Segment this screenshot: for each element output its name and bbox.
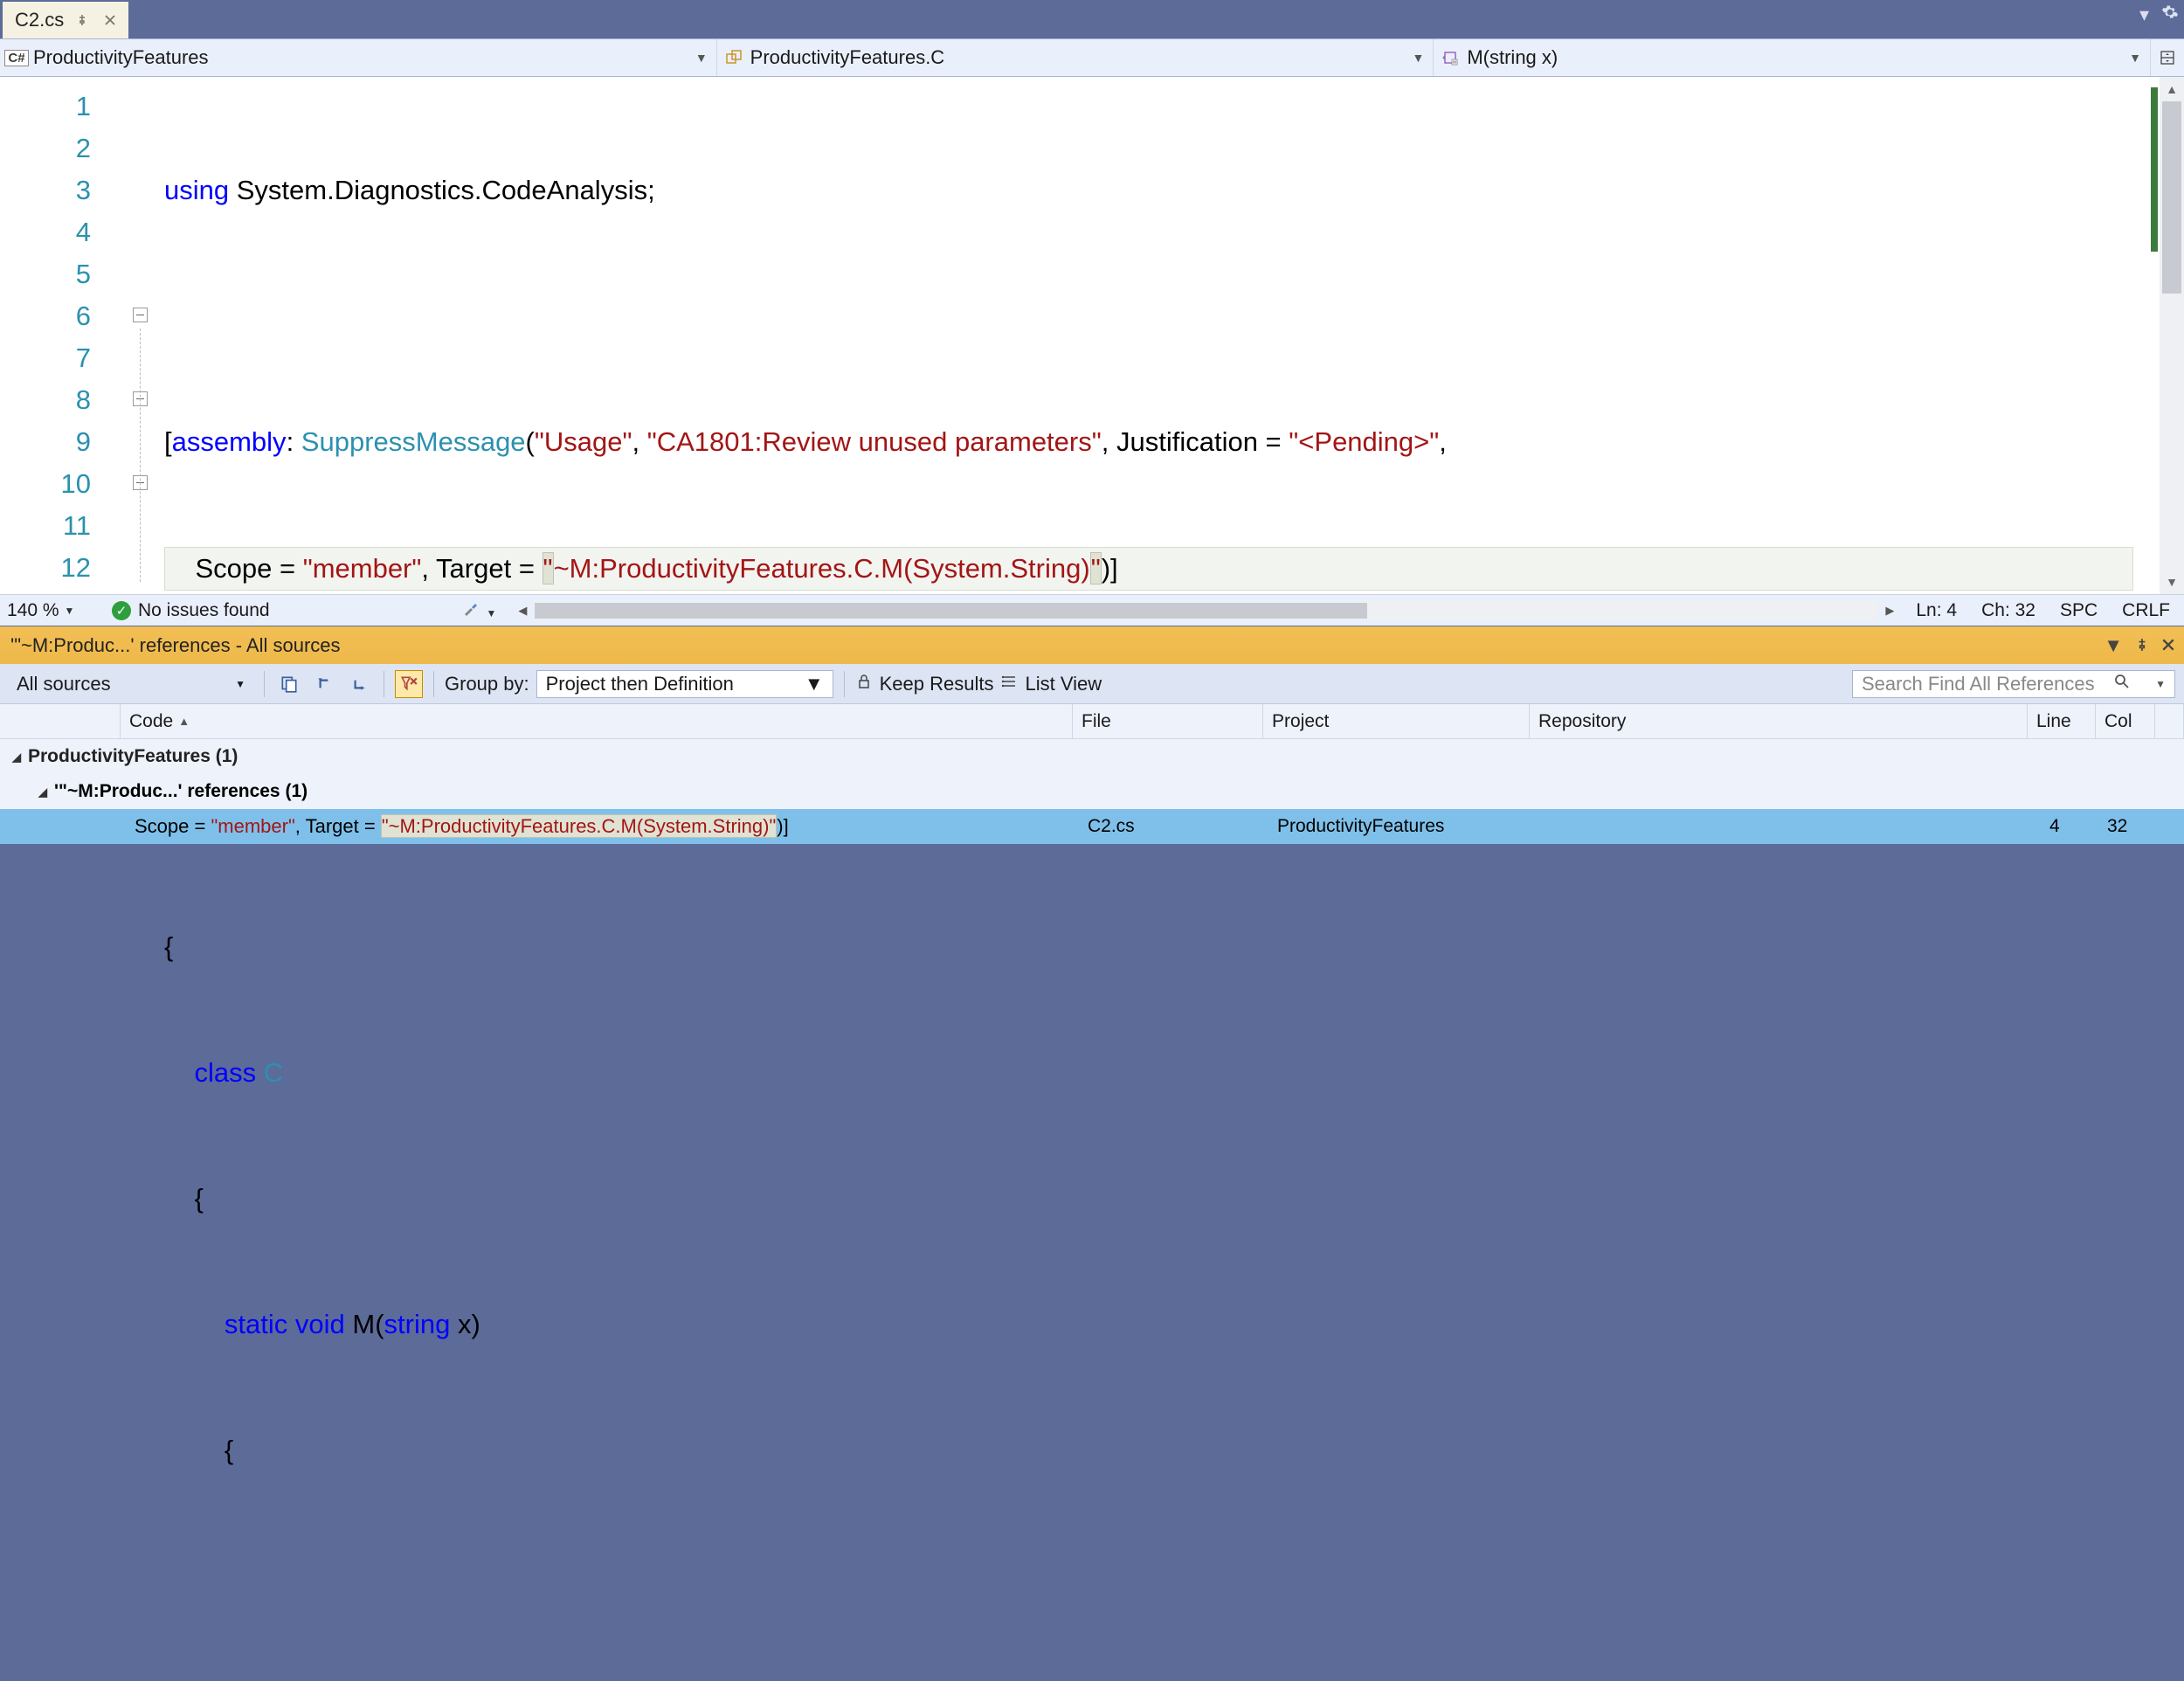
window-dropdown-icon[interactable]: ▼ — [2104, 634, 2123, 657]
pin-icon[interactable] — [2135, 634, 2149, 657]
member-label: M(string x) — [1467, 46, 1558, 69]
namespace-label: ProductivityFeatures — [33, 46, 209, 69]
tab-overflow-dropdown-icon[interactable]: ▾ — [2139, 3, 2149, 26]
ref-file: C2.cs — [1088, 816, 1135, 837]
split-editor-button[interactable] — [2151, 39, 2184, 76]
file-tab-label: C2.cs — [15, 9, 64, 31]
zoom-value: 140 % — [7, 600, 59, 621]
panel-title: '"~M:Produc...' references - All sources — [10, 634, 341, 657]
gear-icon[interactable] — [2161, 3, 2179, 26]
chevron-down-icon: ▼ — [695, 51, 708, 65]
scroll-down-icon[interactable]: ▼ — [2160, 570, 2184, 594]
code-content[interactable]: using System.Diagnostics.CodeAnalysis; [… — [164, 77, 2160, 594]
zoom-dropdown[interactable]: 140 % ▼ — [0, 600, 87, 621]
reference-item[interactable]: Scope = "member", Target = "~M:Productiv… — [0, 809, 2184, 844]
panel-title-bar[interactable]: '"~M:Produc...' references - All sources… — [0, 626, 2184, 664]
line-number-gutter: 1 2 3 4 5 6 7 8 9 10 11 12 — [0, 77, 129, 594]
scroll-thumb[interactable] — [2162, 101, 2181, 294]
scroll-thumb[interactable] — [535, 603, 1367, 619]
change-indicator — [2151, 87, 2158, 252]
expand-icon[interactable] — [12, 750, 21, 764]
close-icon[interactable] — [2161, 634, 2175, 657]
class-dropdown[interactable]: ProductivityFeatures.C ▼ — [717, 39, 1434, 76]
scroll-up-icon[interactable]: ▲ — [2160, 77, 2184, 101]
method-icon — [1441, 48, 1460, 67]
ref-line: 4 — [2049, 816, 2060, 837]
pin-icon[interactable] — [73, 10, 92, 30]
csharp-icon: C# — [4, 50, 28, 66]
navigation-bar: C# ProductivityFeatures ▼ ProductivityFe… — [0, 38, 2184, 77]
expand-icon[interactable] — [38, 785, 47, 799]
code-editor[interactable]: 1 2 3 4 5 6 7 8 9 10 11 12 using System.… — [0, 77, 2184, 594]
chevron-down-icon: ▼ — [1412, 51, 1424, 65]
ref-project: ProductivityFeatures — [1277, 816, 1444, 837]
sources-label: All sources — [17, 673, 111, 695]
class-label: ProductivityFeatures.C — [750, 46, 945, 69]
file-tab-active[interactable]: C2.cs — [3, 2, 128, 38]
horizontal-scrollbar[interactable]: ◀ ▶ — [510, 600, 1902, 621]
success-icon: ✓ — [112, 601, 131, 620]
namespace-dropdown[interactable]: C# ProductivityFeatures ▼ — [0, 39, 717, 76]
ref-col: 32 — [2107, 816, 2127, 837]
member-dropdown[interactable]: M(string x) ▼ — [1434, 39, 2151, 76]
close-icon[interactable] — [100, 10, 120, 30]
chevron-down-icon: ▼ — [65, 605, 75, 617]
class-icon — [724, 48, 743, 67]
fold-gutter — [129, 77, 164, 594]
document-tab-row: C2.cs ▾ — [0, 0, 2184, 38]
chevron-down-icon: ▼ — [2129, 51, 2141, 65]
vertical-scrollbar[interactable]: ▲ ▼ — [2160, 77, 2184, 594]
fold-toggle[interactable] — [133, 308, 148, 322]
